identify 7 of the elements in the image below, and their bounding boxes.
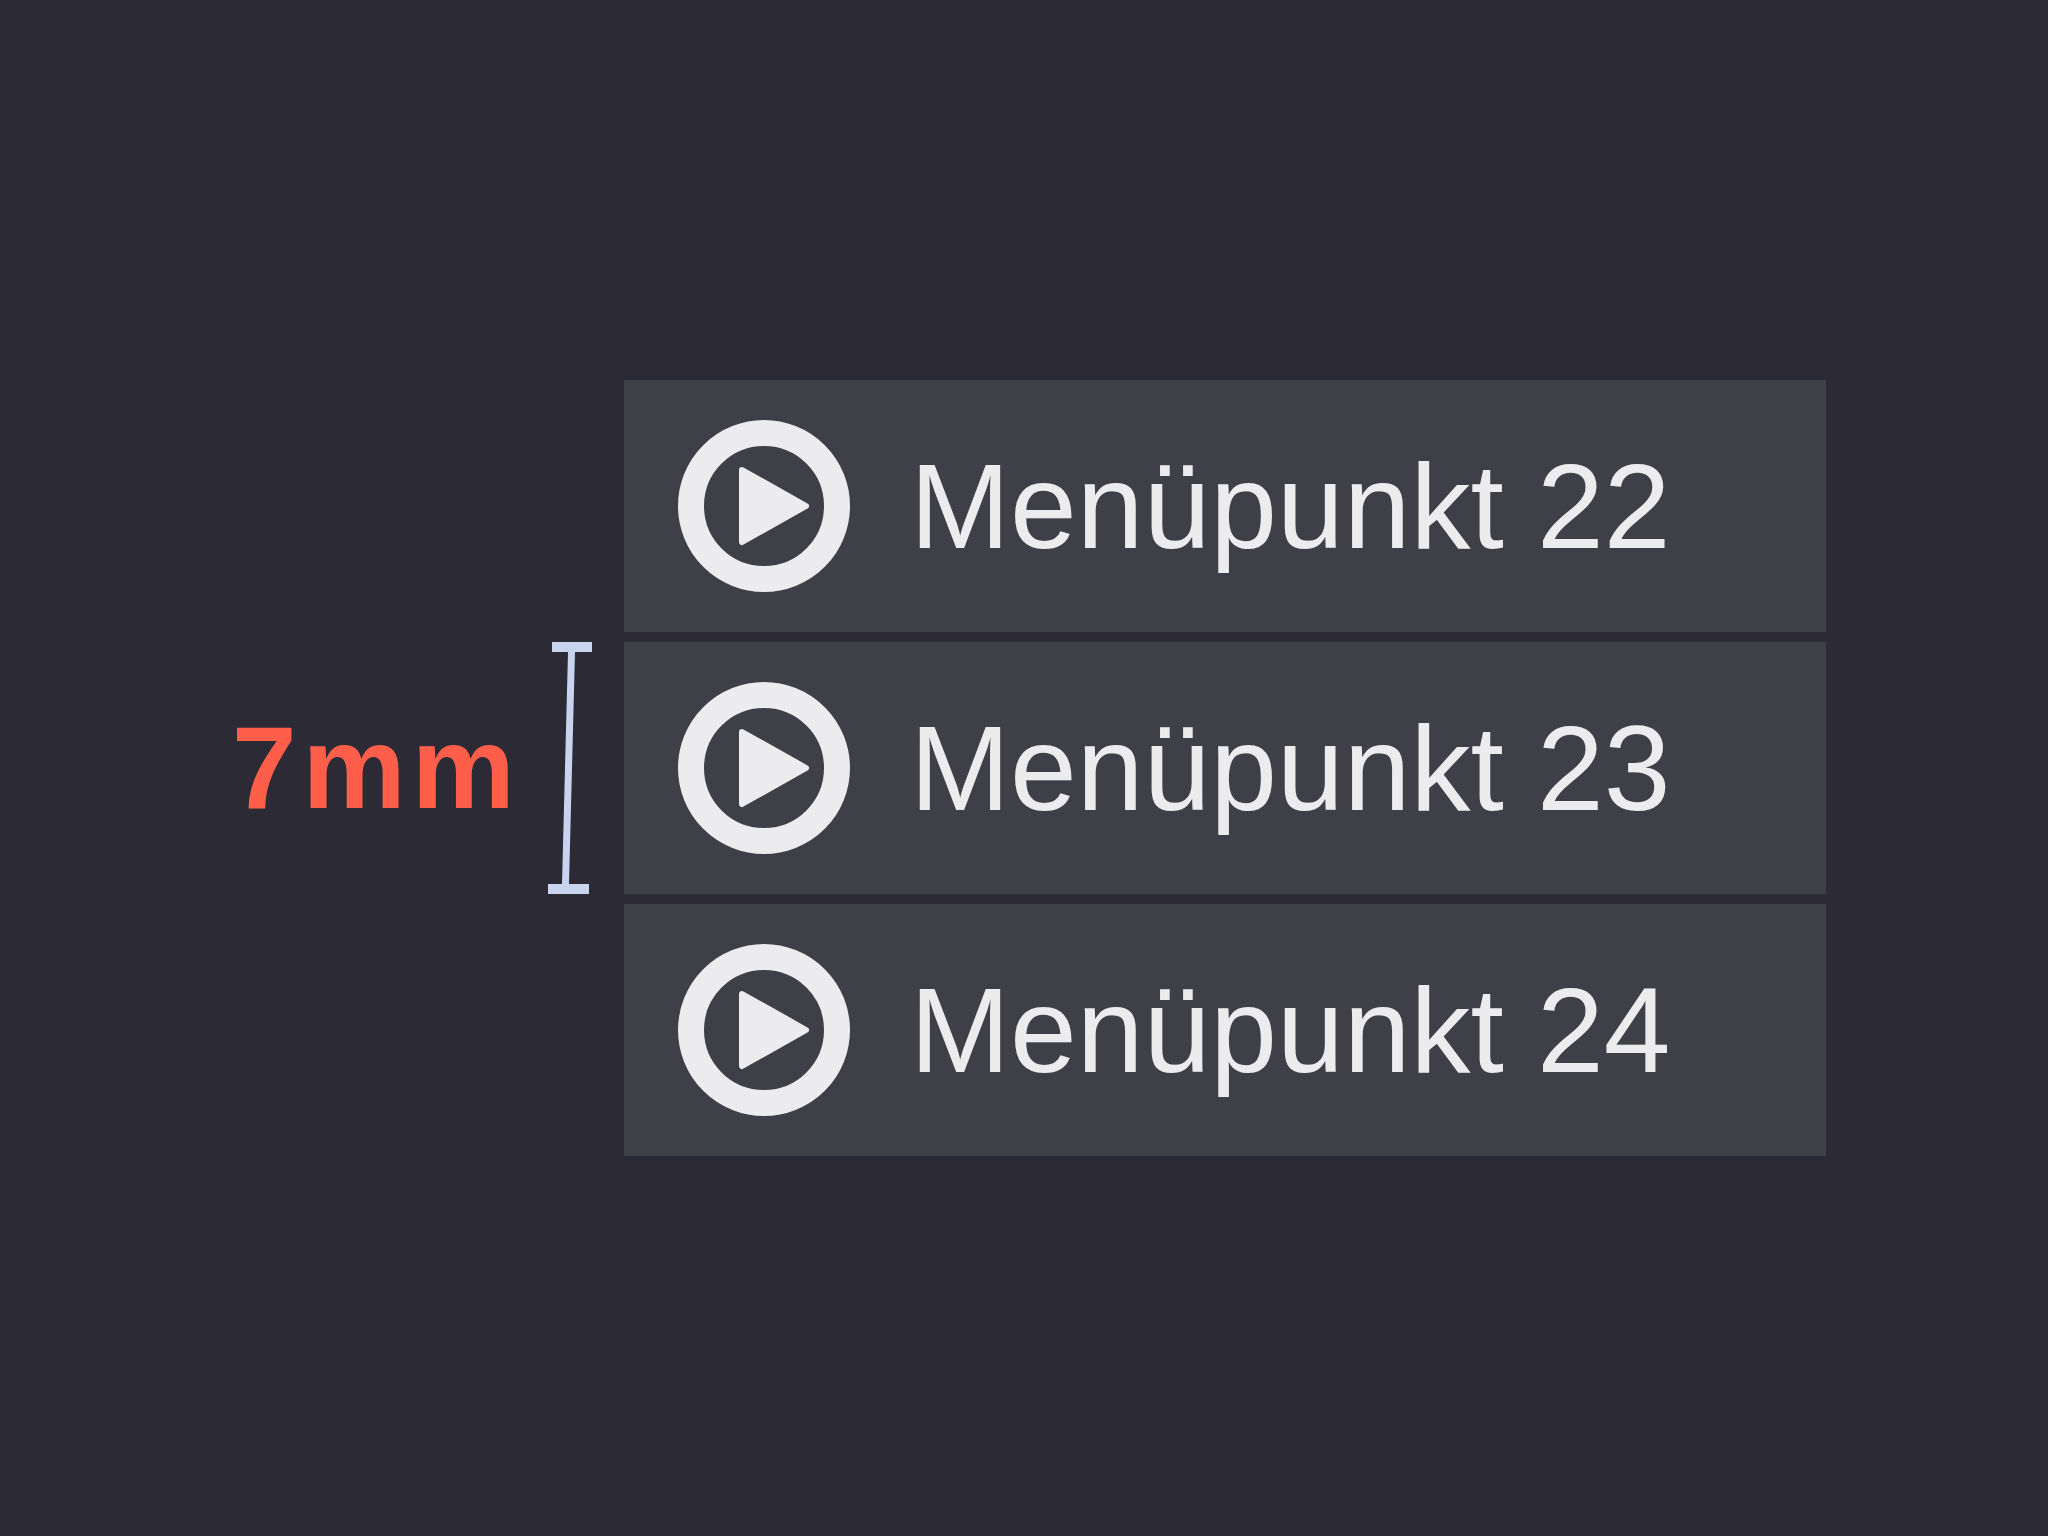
menu-item[interactable]: Menüpunkt 22: [624, 380, 1826, 632]
play-icon: [678, 682, 850, 854]
play-icon: [678, 420, 850, 592]
menu-item[interactable]: Menüpunkt 23: [624, 642, 1826, 894]
play-icon: [678, 944, 850, 1116]
dimension-label: 7mm: [232, 710, 521, 826]
menu-item[interactable]: Menüpunkt 24: [624, 904, 1826, 1156]
